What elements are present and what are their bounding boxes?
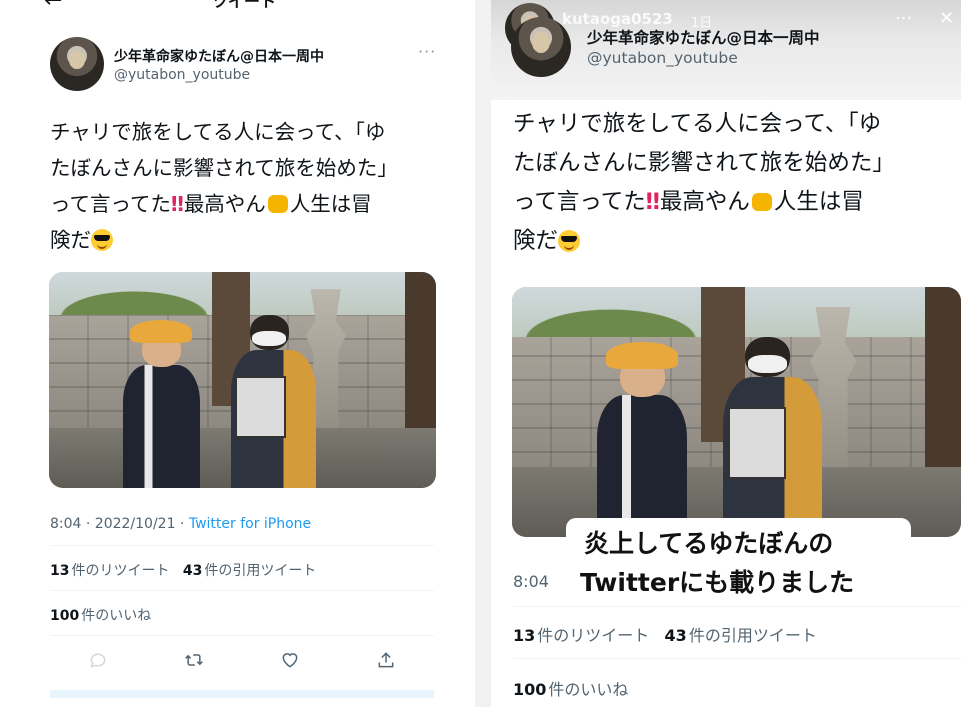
panel-divider — [475, 0, 491, 707]
tweet-line-2: たぼんさんに影響されて旅を始めた」 — [513, 150, 895, 176]
like-icon[interactable] — [278, 648, 302, 672]
retweet-stats: 13 件のリツイート 43 件の引用ツイート — [513, 626, 817, 645]
right-story-screenshot: kutaoga0523 1日 ··· ✕ 少年革命家ゆたぼん@日本一周中 @yu… — [491, 0, 961, 707]
avatar[interactable] — [50, 37, 104, 91]
double-exclamation-emoji: ‼ — [170, 192, 184, 216]
retweet-icon[interactable] — [182, 648, 206, 672]
nav-title: ツイート — [212, 0, 277, 10]
fist-emoji — [751, 193, 772, 211]
story-caption: 炎上してるゆたぼんの Twitterにも載りました — [566, 518, 911, 600]
sunglasses-emoji — [558, 230, 581, 252]
like-stats[interactable]: 100 件のいいね — [50, 605, 151, 625]
tweet-photo[interactable] — [49, 272, 436, 488]
author-name[interactable]: 少年革命家ゆたぼん@日本一周中 — [114, 46, 324, 66]
more-options-icon[interactable]: ··· — [418, 42, 436, 61]
top-nav: ← ツイート — [0, 0, 475, 10]
author-handle: @yutabon_youtube — [587, 49, 738, 67]
caption-line-1: 炎上してるゆたぼんの — [584, 529, 834, 558]
tweet-line-3: って言ってた‼最高やん 人生は冒 — [50, 192, 372, 216]
tweet-timestamp: 8:04 · 2022/10/21 · Twitter for iPhone — [50, 516, 312, 532]
tweet-line-1: チャリで旅をしてる人に会って、「ゆ — [513, 111, 882, 137]
share-icon[interactable] — [374, 648, 398, 672]
sunglasses-emoji — [91, 229, 113, 251]
avatar — [511, 17, 571, 77]
client-link[interactable]: Twitter for iPhone — [189, 516, 311, 532]
tweet-photo — [512, 287, 961, 537]
caption-line-2: Twitterにも載りました — [580, 568, 855, 597]
more-options-icon[interactable]: ··· — [895, 8, 912, 29]
back-arrow-icon[interactable]: ← — [44, 0, 62, 10]
tweet-line-4: 険だ — [50, 222, 398, 258]
close-icon[interactable]: ✕ — [939, 8, 954, 29]
retweet-stats[interactable]: 13 件のリツイート 43 件の引用ツイート — [50, 560, 316, 580]
tweet-line-4: 険だ — [513, 222, 895, 261]
tweet-text: チャリで旅をしてる人に会って、「ゆ たぼんさんに影響されて旅を始めた」 って言っ… — [513, 105, 895, 261]
left-tweet-screenshot: ← ツイート 少年革命家ゆたぼん@日本一周中 @yutabon_youtube … — [0, 0, 475, 707]
tweet-line-1: チャリで旅をしてる人に会って、「ゆ — [50, 120, 386, 144]
double-exclamation-emoji: ‼ — [645, 189, 660, 215]
reply-icon[interactable] — [86, 648, 110, 672]
fist-emoji — [267, 195, 288, 213]
tweet-text: チャリで旅をしてる人に会って、「ゆ たぼんさんに影響されて旅を始めた」 って言っ… — [50, 114, 398, 258]
author-name: 少年革命家ゆたぼん@日本一周中 — [587, 29, 820, 47]
tweet-actions — [50, 648, 434, 672]
tweet-line-3: って言ってた‼最高やん 人生は冒 — [513, 189, 864, 215]
like-stats: 100 件のいいね — [513, 680, 629, 699]
author-handle[interactable]: @yutabon_youtube — [114, 67, 250, 83]
tweet-line-2: たぼんさんに影響されて旅を始めた」 — [50, 156, 398, 180]
tweet-timestamp: 8:04 — [513, 572, 549, 591]
